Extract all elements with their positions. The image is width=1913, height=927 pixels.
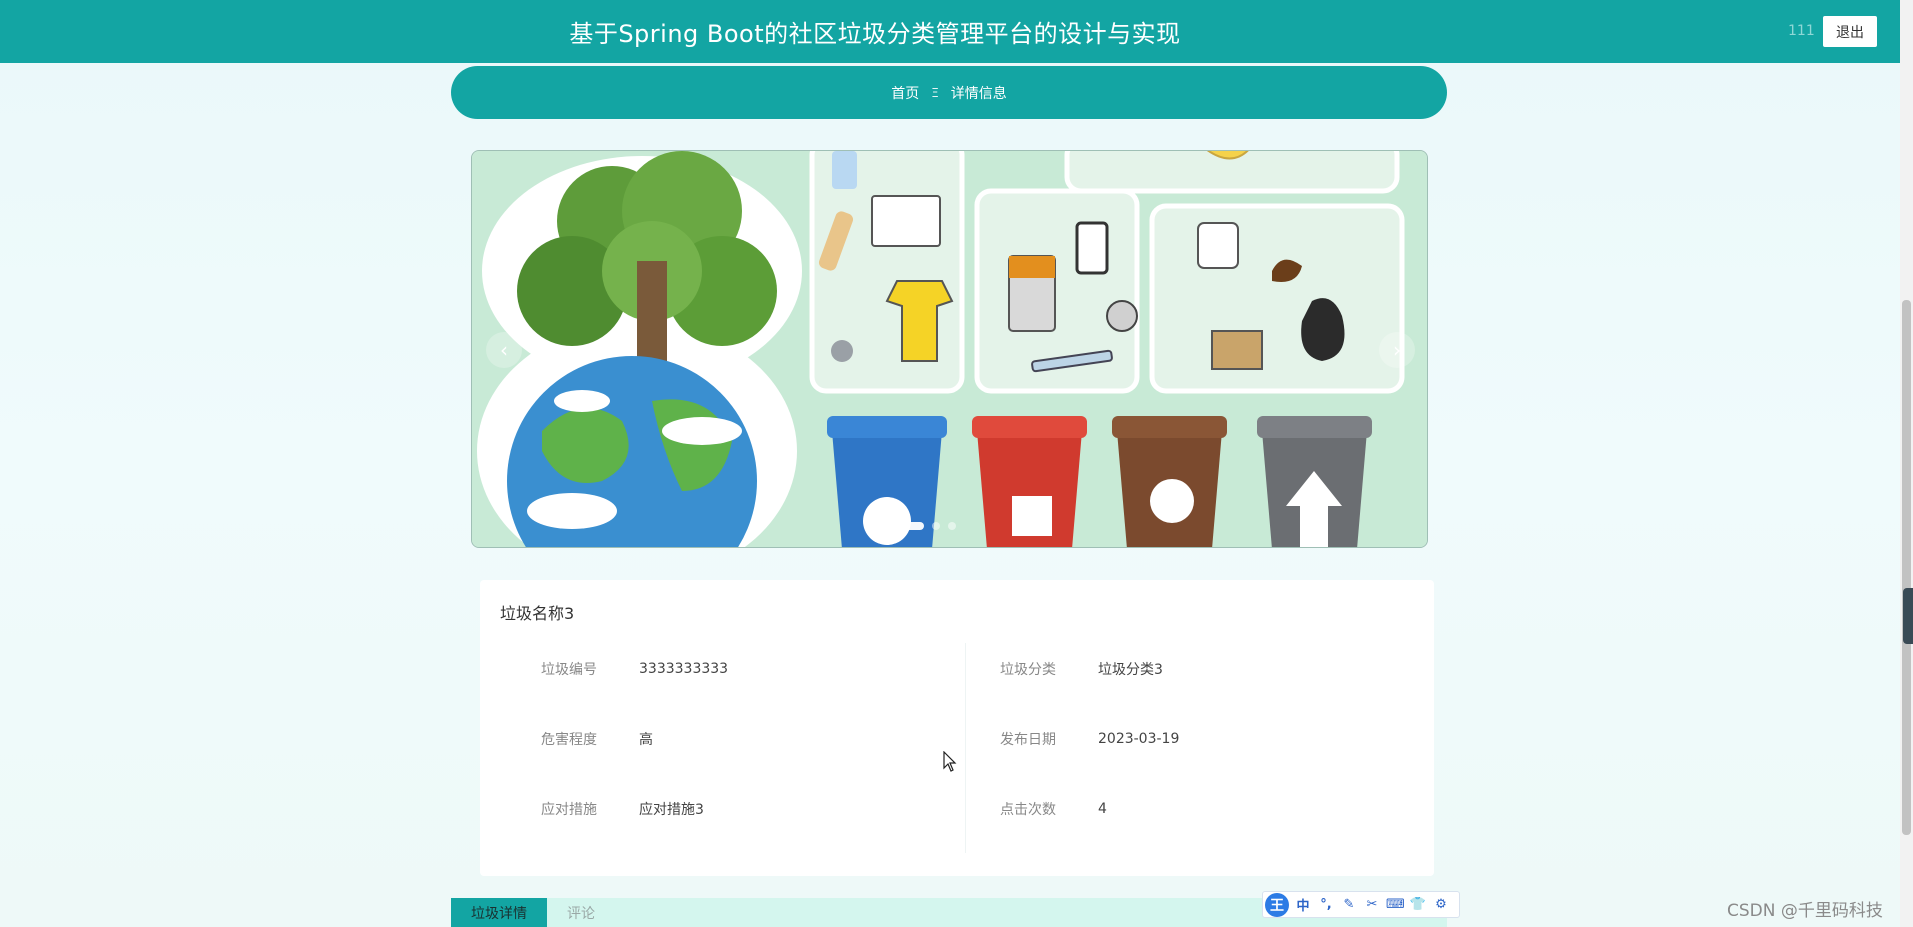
field-label: 点击次数 [1000, 802, 1056, 818]
field-value: 高 [639, 732, 653, 748]
ime-toolbar: 王 中 °, ✎ ✂ ⌨ 👕 ⚙ [1262, 891, 1460, 918]
side-widget-tab[interactable] [1903, 588, 1913, 644]
field-value: 2023-03-19 [1098, 731, 1180, 747]
top-header: 基于Spring Boot的社区垃圾分类管理平台的设计与实现 111 退出 [0, 0, 1900, 63]
breadcrumb: 首页 Ξ 详情信息 [451, 66, 1447, 119]
ime-pen-icon[interactable]: ✎ [1340, 897, 1358, 912]
field-value: 垃圾分类3 [1098, 662, 1163, 678]
ime-logo-icon[interactable]: 王 [1265, 892, 1289, 917]
username: 111 [1788, 23, 1815, 39]
breadcrumb-current: 详情信息 [950, 85, 1007, 102]
item-name: 垃圾名称3 [500, 604, 575, 623]
ime-skin-icon[interactable]: 👕 [1409, 897, 1427, 912]
logout-button[interactable]: 退出 [1823, 16, 1877, 47]
ime-chinese-mode-button[interactable]: 中 [1294, 895, 1312, 914]
carousel-dot[interactable] [902, 522, 924, 530]
ime-settings-icon[interactable]: ⚙ [1432, 897, 1450, 912]
carousel-dot[interactable] [948, 522, 956, 530]
breadcrumb-home-link[interactable]: 首页 [891, 83, 919, 103]
field-label: 应对措施 [541, 802, 597, 818]
page-title: 基于Spring Boot的社区垃圾分类管理平台的设计与实现 [569, 20, 1181, 48]
tab-item-detail[interactable]: 垃圾详情 [451, 898, 547, 927]
detail-card: 垃圾名称3 垃圾编号 3333333333 垃圾分类 垃圾分类3 危害程度 高 … [480, 580, 1434, 876]
ime-keyboard-icon[interactable]: ⌨ [1386, 897, 1405, 912]
ime-scissors-icon[interactable]: ✂ [1363, 897, 1381, 912]
carousel-dot[interactable] [932, 522, 940, 530]
field-value: 3333333333 [639, 661, 729, 677]
field-label: 危害程度 [541, 732, 597, 748]
ime-punctuation-icon[interactable]: °, [1317, 897, 1335, 912]
field-clicks: 点击次数 4 [1000, 781, 1107, 837]
carousel-prev-button[interactable]: ‹ [486, 332, 522, 368]
carousel-slide-image [472, 151, 1427, 547]
scrollbar-thumb[interactable] [1902, 300, 1911, 835]
mouse-cursor-icon [943, 751, 957, 772]
column-divider [965, 643, 966, 853]
watermark-text: CSDN @千里码科技 [1727, 901, 1883, 921]
field-date: 发布日期 2023-03-19 [1000, 711, 1179, 767]
carousel-indicators [902, 522, 956, 530]
field-hazard: 危害程度 高 [541, 711, 653, 767]
field-label: 垃圾分类 [1000, 662, 1056, 678]
carousel-next-button[interactable]: › [1379, 332, 1415, 368]
tab-comments[interactable]: 评论 [547, 898, 615, 927]
field-category: 垃圾分类 垃圾分类3 [1000, 641, 1163, 697]
breadcrumb-separator-icon: Ξ [931, 85, 939, 100]
field-label: 垃圾编号 [541, 662, 597, 678]
field-code: 垃圾编号 3333333333 [541, 641, 728, 697]
image-carousel[interactable]: ‹ › [471, 150, 1428, 548]
field-label: 发布日期 [1000, 732, 1056, 748]
field-value: 4 [1098, 801, 1107, 817]
field-measure: 应对措施 应对措施3 [541, 781, 704, 837]
field-value: 应对措施3 [639, 802, 704, 818]
